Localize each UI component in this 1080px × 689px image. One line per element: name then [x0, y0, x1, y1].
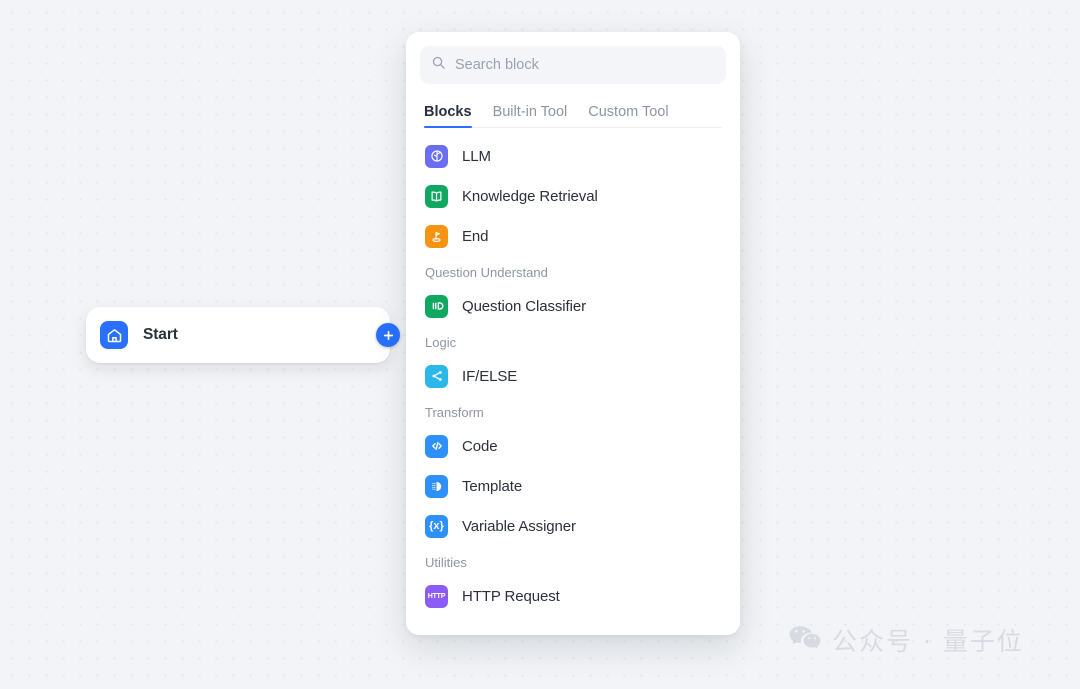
block-item-label: HTTP Request	[462, 587, 560, 605]
block-item-if-else[interactable]: IF/ELSE	[406, 356, 740, 396]
section-label-utilities: Utilities	[425, 555, 467, 570]
section-label-transform: Transform	[425, 405, 484, 420]
tab-custom-tool[interactable]: Custom Tool	[588, 104, 668, 127]
block-item-label: IF/ELSE	[462, 367, 518, 385]
block-item-label: Template	[462, 477, 523, 495]
template-icon	[425, 474, 448, 498]
section-label-logic: Logic	[425, 335, 457, 350]
block-item-end[interactable]: End	[406, 216, 740, 256]
block-item-variable-assigner[interactable]: {x} Variable Assigner	[406, 506, 740, 546]
block-item-llm[interactable]: LLM	[406, 136, 740, 176]
code-icon	[425, 434, 448, 458]
workflow-canvas[interactable]: Start Blocks Built-in Tool Custom Tool	[0, 0, 1080, 689]
llm-icon	[425, 144, 448, 168]
watermark-text: 公众号 · 量子位	[832, 627, 1024, 656]
block-item-label: End	[462, 227, 489, 245]
start-node-title: Start	[143, 326, 178, 343]
block-item-http-request[interactable]: HTTP HTTP Request	[406, 576, 740, 616]
block-item-template[interactable]: Template	[406, 466, 740, 506]
block-item-label: Question Classifier	[462, 297, 586, 315]
block-item-label: Variable Assigner	[462, 517, 576, 535]
search-box[interactable]	[420, 46, 726, 84]
variable-icon-text: {x}	[429, 520, 444, 532]
http-icon: HTTP	[425, 584, 448, 608]
wechat-icon	[788, 624, 822, 657]
http-icon-text: HTTP	[427, 592, 446, 600]
block-list[interactable]: LLM Knowledge Retrieval End Question Und…	[406, 128, 740, 616]
search-input[interactable]	[455, 57, 715, 73]
add-node-button[interactable]	[376, 323, 400, 347]
search-icon	[431, 55, 446, 75]
end-flag-icon	[425, 224, 448, 248]
classifier-icon	[425, 294, 448, 318]
section-label-question-understand: Question Understand	[425, 265, 548, 280]
tab-blocks[interactable]: Blocks	[424, 104, 472, 128]
block-item-label: LLM	[462, 147, 491, 165]
watermark: 公众号 · 量子位	[788, 622, 1024, 658]
panel-tabs[interactable]: Blocks Built-in Tool Custom Tool	[424, 98, 722, 128]
start-node[interactable]: Start	[86, 307, 390, 363]
block-item-question-classifier[interactable]: Question Classifier	[406, 286, 740, 326]
book-icon	[425, 184, 448, 208]
block-item-knowledge-retrieval[interactable]: Knowledge Retrieval	[406, 176, 740, 216]
home-icon	[100, 321, 128, 349]
tab-built-in-tool[interactable]: Built-in Tool	[493, 104, 568, 127]
block-item-code[interactable]: Code	[406, 426, 740, 466]
variable-icon: {x}	[425, 514, 448, 538]
block-selector-panel[interactable]: Blocks Built-in Tool Custom Tool LLM	[406, 32, 740, 635]
block-item-label: Knowledge Retrieval	[462, 187, 598, 205]
block-item-label: Code	[462, 437, 498, 455]
branch-icon	[425, 364, 448, 388]
